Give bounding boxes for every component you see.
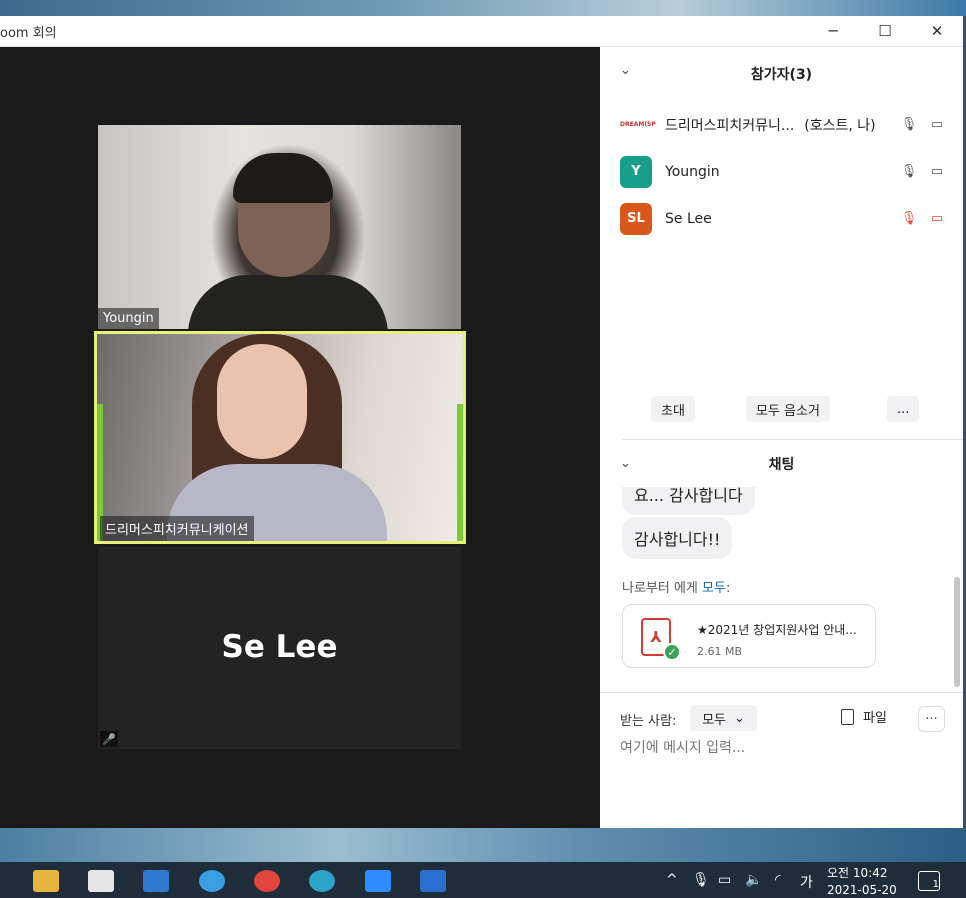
ime-indicator[interactable]: 가: [800, 872, 813, 892]
clock[interactable]: 오전 10:42 2021-05-20: [827, 865, 897, 898]
file-button[interactable]: 파일: [841, 707, 887, 726]
notification-count: 1: [932, 879, 939, 890]
chat-title: 채팅: [768, 457, 795, 473]
chat-messages: 요... 감사합니다 감사합니다!! 나로부터 에게 모두: ⅄ ✓ ★2021…: [600, 487, 963, 692]
recipient-label: 받는 사람:: [620, 714, 677, 729]
avatar: DREAM(SP: [620, 108, 656, 141]
participant-name: Se Lee: [665, 210, 712, 227]
participant-display-name: Se Lee: [221, 629, 338, 665]
maximize-button[interactable]: ☐: [859, 16, 911, 47]
participant-row[interactable]: SL Se Lee 🎙 ▭: [600, 195, 963, 242]
video-off-icon[interactable]: ▭: [929, 209, 945, 227]
date: 2021-05-20: [827, 883, 897, 897]
video-name-tag: 드리머스피치커뮤니케이션: [100, 516, 254, 541]
message-input[interactable]: [620, 740, 940, 756]
video-tile-se-lee[interactable]: Se Lee 🎤: [98, 547, 461, 749]
side-panel: ⌄ 참가자(3) DREAM(SP 드리머스피치커뮤니... (호스트, 나) …: [600, 47, 963, 829]
composer-divider: [600, 692, 963, 693]
chevron-up-icon[interactable]: ^: [666, 872, 678, 888]
video-gallery: Youngin 드리머스피치커뮤니케이션 Se Lee 🎤: [0, 47, 600, 829]
zoom-icon[interactable]: [365, 870, 391, 892]
title-bar: oom 회의 ─ ☐ ✕: [0, 16, 963, 47]
participant-name: 드리머스피치커뮤니...: [665, 117, 795, 134]
avatar: Y: [620, 155, 652, 188]
desktop-background: [0, 828, 966, 862]
store-icon[interactable]: [88, 870, 114, 892]
edge-icon[interactable]: [309, 870, 335, 892]
video-feed-hair: [233, 153, 333, 203]
check-icon: ✓: [663, 643, 681, 661]
message-meta: 나로부터 에게 모두:: [622, 581, 731, 596]
participant-role: (호스트, 나): [804, 117, 876, 134]
video-feed-face: [217, 344, 307, 459]
muted-mic-icon: 🎤: [100, 731, 118, 747]
wifi-icon[interactable]: ◜: [775, 872, 780, 888]
participant-row[interactable]: DREAM(SP 드리머스피치커뮤니... (호스트, 나) 🎙 ▭: [600, 101, 963, 148]
mute-all-button[interactable]: 모두 음소거: [746, 396, 830, 422]
microphone-icon[interactable]: 🎙: [901, 115, 918, 133]
taskbar: ^ 🎙 ▭ 🔈 ◜ 가 오전 10:42 2021-05-20 1: [0, 862, 966, 898]
close-button[interactable]: ✕: [911, 16, 963, 47]
microphone-icon[interactable]: 🎙: [901, 162, 918, 180]
video-tile-youngin[interactable]: Youngin: [98, 125, 461, 329]
notification-icon[interactable]: 1: [918, 871, 940, 891]
more-options-button[interactable]: ...: [887, 396, 920, 422]
participant-row[interactable]: Y Youngin 🎙 ▭: [600, 148, 963, 195]
file-name: ★2021년 창업지원사업 안내...: [697, 623, 857, 637]
file-attachment[interactable]: ⅄ ✓ ★2021년 창업지원사업 안내... 2.61 MB: [622, 604, 876, 668]
file-button-label: 파일: [863, 711, 887, 726]
chevron-down-icon[interactable]: ⌄: [620, 63, 631, 78]
participants-header: ⌄ 참가자(3): [600, 47, 963, 101]
chrome-icon[interactable]: [254, 870, 280, 892]
file-size: 2.61 MB: [697, 645, 743, 658]
chat-message: 감사합니다!!: [622, 517, 733, 559]
participant-name: Youngin: [665, 163, 720, 180]
microphone-icon[interactable]: 🎙: [692, 872, 710, 888]
participants-title: 참가자(3): [750, 67, 813, 83]
recipient-select[interactable]: 모두 ⌄: [690, 705, 757, 731]
video-feed: [188, 275, 388, 329]
recipient-value: 모두: [702, 712, 726, 728]
background-accent: [457, 404, 463, 541]
desktop-background: [0, 0, 966, 16]
avatar: SL: [620, 202, 652, 235]
window-title: oom 회의: [0, 25, 57, 41]
chevron-down-icon[interactable]: ⌄: [620, 456, 631, 471]
ie-icon[interactable]: [199, 870, 225, 892]
mail-icon[interactable]: [143, 870, 169, 892]
chat-scrollbar[interactable]: [954, 577, 960, 687]
file-explorer-icon[interactable]: [33, 870, 59, 892]
panel-divider: [622, 439, 963, 440]
invite-button[interactable]: 초대: [651, 396, 695, 422]
chat-more-button[interactable]: ···: [918, 706, 945, 732]
time: 오전 10:42: [827, 866, 888, 880]
minimize-button[interactable]: ─: [807, 16, 859, 47]
volume-icon[interactable]: 🔈: [745, 872, 762, 888]
chat-message: 요... 감사합니다: [622, 487, 755, 515]
file-icon: [841, 708, 854, 725]
video-camera-icon[interactable]: ▭: [929, 162, 945, 180]
chevron-down-icon: ⌄: [734, 710, 745, 726]
microphone-muted-icon[interactable]: 🎙: [901, 209, 918, 227]
media-player-icon[interactable]: [420, 870, 446, 892]
video-name-tag: Youngin: [98, 308, 159, 329]
recipient-link[interactable]: 모두: [702, 581, 726, 596]
zoom-meeting-window: oom 회의 ─ ☐ ✕ Youngin 드리머스피치커뮤니케이션 Se Lee: [0, 16, 963, 829]
video-tile-host-active-speaker[interactable]: 드리머스피치커뮤니케이션: [94, 331, 466, 544]
battery-icon[interactable]: ▭: [718, 872, 731, 888]
chat-header: ⌄ 채팅: [600, 441, 963, 487]
video-camera-icon[interactable]: ▭: [929, 115, 945, 133]
